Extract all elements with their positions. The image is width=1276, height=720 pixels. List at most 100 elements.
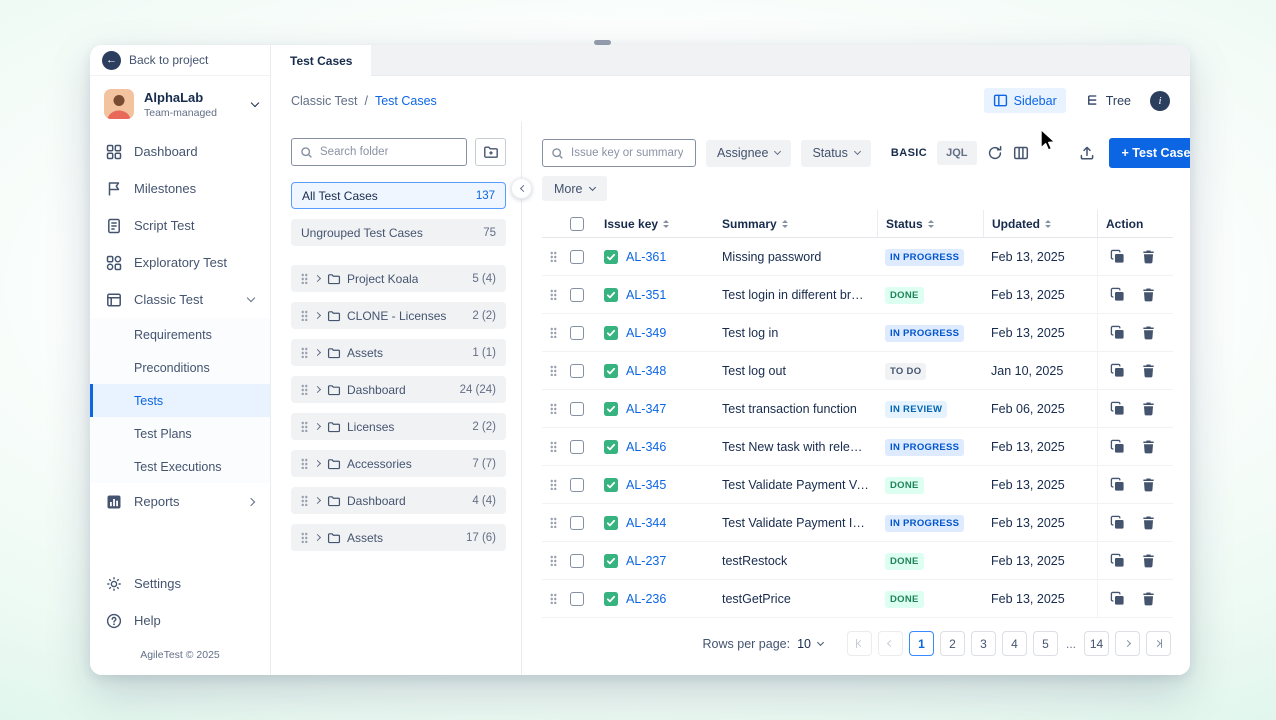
- add-folder-button[interactable]: [475, 138, 506, 166]
- add-test-case-button[interactable]: + Test Case: [1109, 138, 1190, 168]
- status-filter-dropdown[interactable]: Status: [801, 140, 870, 167]
- copy-button[interactable]: [1108, 399, 1127, 418]
- chevron-right-icon[interactable]: [314, 534, 321, 541]
- folder-item[interactable]: Project Koala 5 (4): [291, 265, 506, 292]
- jql-mode-button[interactable]: JQL: [937, 141, 976, 165]
- drag-handle-icon[interactable]: [550, 403, 557, 414]
- folder-item[interactable]: Dashboard 24 (24): [291, 376, 506, 403]
- delete-button[interactable]: [1139, 247, 1158, 266]
- sidebar-item-milestones[interactable]: Milestones: [90, 170, 270, 207]
- sidebar-item-exploratory-test[interactable]: Exploratory Test: [90, 244, 270, 281]
- copy-button[interactable]: [1108, 323, 1127, 342]
- issue-key-link[interactable]: AL-236: [626, 592, 666, 606]
- row-checkbox[interactable]: [570, 250, 584, 264]
- copy-button[interactable]: [1108, 551, 1127, 570]
- select-all-checkbox[interactable]: [570, 217, 584, 231]
- collapse-panel-button[interactable]: [511, 178, 532, 199]
- delete-button[interactable]: [1139, 551, 1158, 570]
- folder-item[interactable]: Accessories 7 (7): [291, 450, 506, 477]
- delete-button[interactable]: [1139, 285, 1158, 304]
- page-button-5[interactable]: 5: [1033, 631, 1058, 656]
- delete-button[interactable]: [1139, 361, 1158, 380]
- chevron-right-icon[interactable]: [314, 460, 321, 467]
- last-page-button[interactable]: [1146, 631, 1171, 656]
- sidebar-item-script-test[interactable]: Script Test: [90, 207, 270, 244]
- sort-icon[interactable]: [782, 220, 788, 228]
- drag-handle-icon[interactable]: [550, 365, 557, 376]
- folder-item[interactable]: CLONE - Licenses 2 (2): [291, 302, 506, 329]
- copy-button[interactable]: [1108, 589, 1127, 608]
- drag-handle-icon[interactable]: [550, 479, 557, 490]
- column-summary[interactable]: Summary: [714, 210, 877, 237]
- drag-handle-icon[interactable]: [301, 310, 308, 321]
- drag-handle-icon[interactable]: [550, 251, 557, 262]
- sidebar-view-button[interactable]: Sidebar: [984, 88, 1066, 113]
- sidebar-item-classic-test[interactable]: Classic Test: [90, 281, 270, 318]
- sidebar-subitem-preconditions[interactable]: Preconditions: [90, 351, 270, 384]
- delete-button[interactable]: [1139, 513, 1158, 532]
- issue-search-input[interactable]: Issue key or summary: [542, 139, 696, 167]
- delete-button[interactable]: [1139, 323, 1158, 342]
- delete-button[interactable]: [1139, 589, 1158, 608]
- first-page-button[interactable]: [847, 631, 872, 656]
- sidebar-item-help[interactable]: Help: [90, 602, 270, 639]
- row-checkbox[interactable]: [570, 478, 584, 492]
- issue-key-link[interactable]: AL-346: [626, 440, 666, 454]
- copy-button[interactable]: [1108, 475, 1127, 494]
- sidebar-item-dashboard[interactable]: Dashboard: [90, 133, 270, 170]
- drag-handle-icon[interactable]: [301, 495, 308, 506]
- row-checkbox[interactable]: [570, 516, 584, 530]
- page-button-14[interactable]: 14: [1084, 631, 1109, 656]
- sort-icon[interactable]: [1045, 220, 1051, 228]
- row-checkbox[interactable]: [570, 440, 584, 454]
- chevron-right-icon[interactable]: [314, 349, 321, 356]
- sidebar-subitem-test-executions[interactable]: Test Executions: [90, 450, 270, 483]
- breadcrumb-parent-link[interactable]: Classic Test: [291, 94, 357, 108]
- chevron-right-icon[interactable]: [314, 312, 321, 319]
- issue-key-link[interactable]: AL-351: [626, 288, 666, 302]
- chevron-right-icon[interactable]: [314, 497, 321, 504]
- page-button-3[interactable]: 3: [971, 631, 996, 656]
- copy-button[interactable]: [1108, 513, 1127, 532]
- upload-button[interactable]: [1079, 141, 1095, 165]
- sidebar-item-reports[interactable]: Reports: [90, 483, 270, 520]
- chevron-right-icon[interactable]: [314, 386, 321, 393]
- breadcrumb-current-link[interactable]: Test Cases: [375, 94, 437, 108]
- folder-ungrouped-test-cases[interactable]: Ungrouped Test Cases 75: [291, 219, 506, 246]
- copy-button[interactable]: [1108, 361, 1127, 380]
- folder-search-input[interactable]: Search folder: [291, 138, 467, 166]
- delete-button[interactable]: [1139, 399, 1158, 418]
- column-status[interactable]: Status: [877, 210, 983, 237]
- drag-handle-icon[interactable]: [550, 517, 557, 528]
- chevron-right-icon[interactable]: [314, 275, 321, 282]
- folder-all-test-cases[interactable]: All Test Cases 137: [291, 182, 506, 209]
- drag-handle-icon[interactable]: [550, 593, 557, 604]
- issue-key-link[interactable]: AL-361: [626, 250, 666, 264]
- drag-handle-icon[interactable]: [301, 273, 308, 284]
- rows-per-page-select[interactable]: Rows per page: 10: [703, 637, 823, 651]
- drag-handle-icon[interactable]: [301, 347, 308, 358]
- sidebar-item-settings[interactable]: Settings: [90, 565, 270, 602]
- info-icon[interactable]: i: [1150, 91, 1170, 111]
- drag-handle-icon[interactable]: [550, 327, 557, 338]
- folder-item[interactable]: Dashboard 4 (4): [291, 487, 506, 514]
- issue-key-link[interactable]: AL-345: [626, 478, 666, 492]
- column-updated[interactable]: Updated: [983, 210, 1097, 237]
- page-button-1[interactable]: 1: [909, 631, 934, 656]
- sidebar-subitem-test-plans[interactable]: Test Plans: [90, 417, 270, 450]
- issue-key-link[interactable]: AL-348: [626, 364, 666, 378]
- sidebar-subitem-requirements[interactable]: Requirements: [90, 318, 270, 351]
- drag-handle-icon[interactable]: [550, 441, 557, 452]
- drag-handle-icon[interactable]: [301, 384, 308, 395]
- copy-button[interactable]: [1108, 437, 1127, 456]
- assignee-filter-dropdown[interactable]: Assignee: [706, 140, 791, 167]
- issue-key-link[interactable]: AL-347: [626, 402, 666, 416]
- delete-button[interactable]: [1139, 475, 1158, 494]
- sidebar-subitem-tests[interactable]: Tests: [90, 384, 270, 417]
- page-button-4[interactable]: 4: [1002, 631, 1027, 656]
- tab-test-cases[interactable]: Test Cases: [271, 45, 371, 76]
- previous-page-button[interactable]: [878, 631, 903, 656]
- sort-icon[interactable]: [928, 220, 934, 228]
- drag-handle-icon[interactable]: [550, 555, 557, 566]
- issue-key-link[interactable]: AL-349: [626, 326, 666, 340]
